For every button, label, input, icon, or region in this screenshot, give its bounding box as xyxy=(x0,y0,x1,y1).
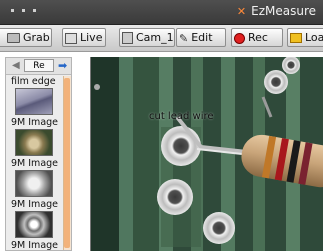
thumbnail-sidebar: ◀ Re ➡ film edge 9M Image 9M Image 9M Im… xyxy=(5,57,72,251)
thumbnail-item[interactable]: 9M Image xyxy=(8,158,62,197)
camera-device-icon xyxy=(122,32,133,44)
toolbar: Grab Live Cam_1 ✎Edit Rec Load xyxy=(0,25,323,52)
load-button[interactable]: Load xyxy=(287,28,323,47)
live-button-label: Live xyxy=(80,31,103,44)
scroll-right-icon[interactable]: ➡ xyxy=(58,59,67,72)
app-title: ✕ EzMeasure xyxy=(237,4,316,18)
refresh-button[interactable]: Re xyxy=(24,59,54,72)
minimize-window-icon[interactable] xyxy=(22,9,25,12)
thumbnail-label: 9M Image xyxy=(11,199,59,210)
camera-select-button[interactable]: Cam_1 xyxy=(119,28,175,47)
thumbnail-image xyxy=(15,211,53,238)
edit-button-label: Edit xyxy=(191,31,213,44)
grab-button-label: Grab xyxy=(23,31,50,44)
folder-icon xyxy=(290,33,302,43)
window-controls xyxy=(11,9,36,12)
image-viewer[interactable]: cut lead wire xyxy=(90,57,323,251)
thumbnail-label: 9M Image xyxy=(11,240,59,251)
camera-select-label: Cam_1 xyxy=(136,31,174,44)
live-button[interactable]: Live xyxy=(62,28,106,47)
thumbnail-label: film edge xyxy=(11,76,56,87)
thumbnail-image xyxy=(15,88,53,115)
title-bar: ✕ EzMeasure xyxy=(0,0,323,25)
live-view-icon xyxy=(65,32,77,44)
thumbnail-image xyxy=(15,170,53,197)
record-button[interactable]: Rec xyxy=(231,28,283,47)
edit-button[interactable]: ✎ Edit xyxy=(176,28,226,47)
sidebar-scrollbar-thumb[interactable] xyxy=(64,78,70,248)
thumbnail-item[interactable]: film edge xyxy=(8,76,62,115)
thumbnail-image xyxy=(15,129,53,156)
thumbnail-item[interactable]: 9M Image xyxy=(8,199,62,238)
thumbnail-label: 9M Image xyxy=(11,158,59,169)
thumbnail-item[interactable]: 9M Image xyxy=(8,240,62,251)
pencil-icon: ✎ xyxy=(179,31,189,45)
app-title-text: EzMeasure xyxy=(251,4,316,18)
grab-button[interactable]: Grab xyxy=(0,28,52,47)
record-button-label: Rec xyxy=(248,31,268,44)
annotation-label[interactable]: cut lead wire xyxy=(149,111,214,122)
load-button-label: Load xyxy=(305,31,323,44)
scroll-left-icon[interactable]: ◀ xyxy=(12,60,20,71)
app-icon: ✕ xyxy=(236,4,247,18)
pcb-microscope-image xyxy=(91,57,323,251)
close-window-icon[interactable] xyxy=(11,9,14,12)
camera-icon xyxy=(7,33,20,43)
maximize-window-icon[interactable] xyxy=(33,9,36,12)
sidebar-nav: ◀ Re ➡ xyxy=(6,58,71,75)
record-icon xyxy=(234,32,245,44)
thumbnail-item[interactable]: 9M Image xyxy=(8,117,62,156)
thumbnail-label: 9M Image xyxy=(11,117,59,128)
